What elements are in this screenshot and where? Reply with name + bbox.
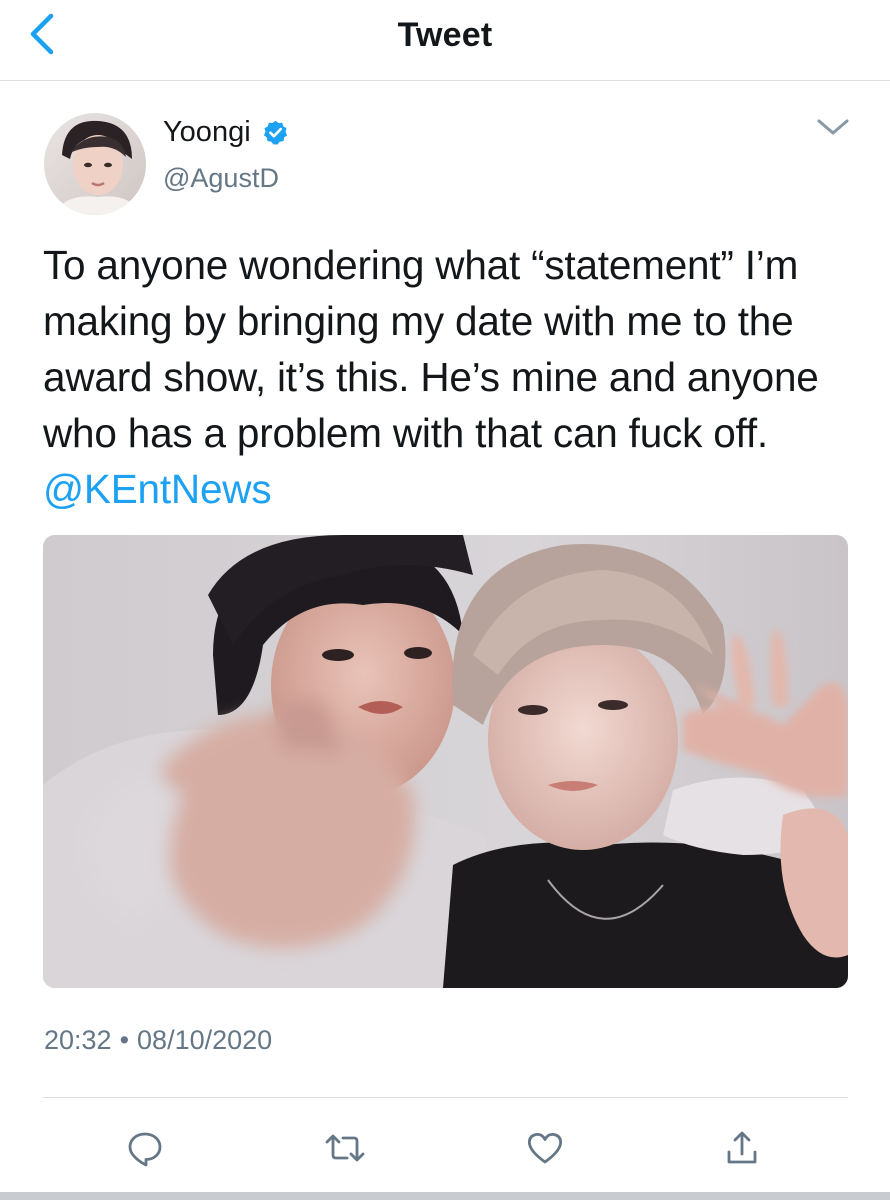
photo-image <box>43 535 848 988</box>
share-button[interactable] <box>718 1124 766 1172</box>
reply-icon <box>128 1132 162 1167</box>
retweet-button[interactable] <box>321 1124 369 1172</box>
timestamp-separator: • <box>119 1025 130 1055</box>
avatar-image <box>44 113 146 215</box>
tweet-time: 20:32 <box>44 1025 112 1055</box>
tweet-actions <box>0 1118 890 1174</box>
tweet-date: 08/10/2020 <box>137 1025 273 1055</box>
tweet-photo[interactable] <box>43 535 848 988</box>
retweet-icon <box>325 1134 365 1162</box>
tweet-text: To anyone wondering what “statement” I’m… <box>43 237 858 517</box>
bottom-edge <box>0 1192 890 1200</box>
share-icon <box>727 1131 757 1164</box>
avatar[interactable] <box>44 113 146 215</box>
divider <box>43 1097 848 1098</box>
tweet-detail-screen: Tweet Yoongi @AgustD To anyone wondering… <box>0 0 890 1200</box>
verified-badge-icon <box>262 119 289 146</box>
page-title: Tweet <box>397 16 493 54</box>
reply-button[interactable] <box>121 1124 169 1172</box>
heart-icon <box>527 1132 563 1164</box>
more-options-button[interactable] <box>815 112 851 142</box>
like-button[interactable] <box>521 1124 569 1172</box>
nav-header: Tweet <box>0 0 890 81</box>
author-handle[interactable]: @AgustD <box>163 163 279 194</box>
author-name[interactable]: Yoongi <box>163 116 251 149</box>
author-name-row[interactable]: Yoongi <box>163 116 289 149</box>
tweet-timestamp: 20:32 • 08/10/2020 <box>44 1025 272 1056</box>
tweet-body: To anyone wondering what “statement” I’m… <box>43 242 819 456</box>
chevron-down-icon <box>817 119 849 135</box>
mention-link[interactable]: @KEntNews <box>43 466 272 512</box>
